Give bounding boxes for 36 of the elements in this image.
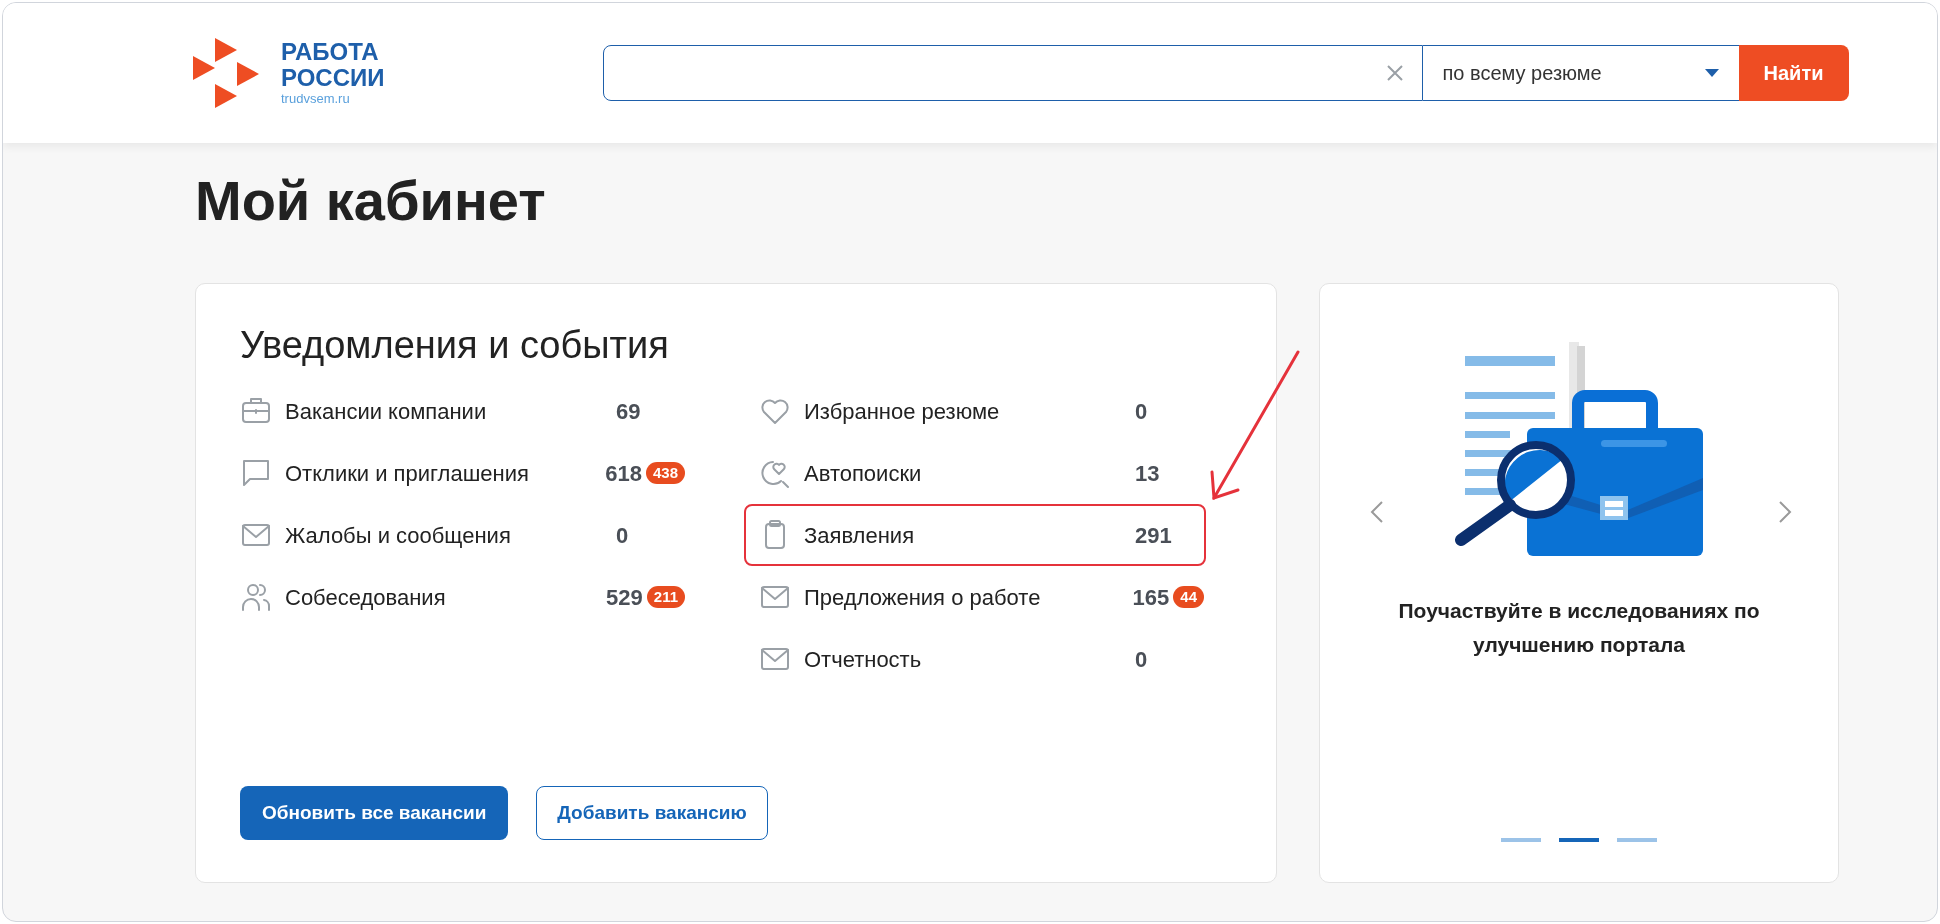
new-count-badge: 211 (646, 586, 685, 608)
caret-icon (1704, 69, 1719, 77)
count: 0 (1135, 645, 1148, 674)
notification-link[interactable]: Собеседования (285, 580, 607, 614)
count: 0 (1135, 397, 1148, 426)
notification-link[interactable]: Вакансии компании (285, 394, 616, 428)
notification-link[interactable]: Отклики и приглашения (285, 456, 606, 490)
add-vacancy-button[interactable]: Добавить вакансию (536, 786, 768, 840)
logo-text: РАБОТА (281, 39, 380, 65)
card-title: Уведомления и события (240, 323, 670, 368)
logo-domain: trudvsem.ru (281, 91, 351, 107)
count: 529 (606, 583, 643, 612)
notification-link[interactable]: Жалобы и сообщения (285, 518, 616, 552)
new-count-badge: 438 (645, 462, 685, 484)
notification-link[interactable]: Предложения о работе (804, 580, 1133, 614)
count: 0 (616, 521, 629, 550)
notification-link[interactable]: Заявления (804, 518, 1135, 552)
clear-icon[interactable] (1385, 64, 1404, 82)
new-count-badge: 44 (1173, 586, 1204, 608)
count: 69 (616, 397, 641, 426)
carousel-caption: Поучаствуйте в исследованиях по улучшению портала (1397, 598, 1761, 658)
chat-icon (240, 457, 272, 489)
search-field[interactable] (602, 45, 1423, 101)
count: 165 (1132, 583, 1170, 612)
people-icon (240, 581, 272, 613)
search-button[interactable]: Найти (1738, 45, 1849, 101)
count: 618 (605, 459, 642, 488)
notification-link[interactable]: Автопоиски (804, 456, 1135, 490)
notification-link[interactable]: Отчетность (804, 642, 1135, 676)
update-vacancies-button[interactable]: Обновить все вакансии (240, 786, 509, 840)
notification-link[interactable]: Избранное резюме (804, 394, 1135, 428)
logo-text: РОССИИ (281, 65, 385, 91)
count: 13 (1135, 459, 1160, 488)
count: 291 (1135, 521, 1172, 550)
page-title: Мой кабинет (195, 169, 547, 233)
scope-dropdown[interactable]: по всему резюме (1422, 45, 1739, 101)
